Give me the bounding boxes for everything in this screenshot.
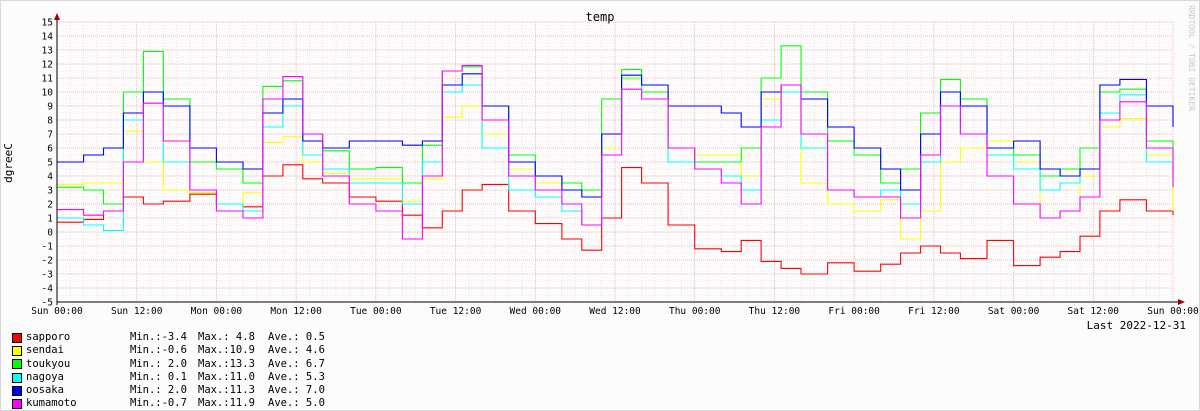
legend-series-name: nagoya — [26, 370, 64, 383]
x-tick-label: Sat 00:00 — [988, 306, 1040, 317]
y-tick-label: 14 — [42, 32, 54, 43]
y-tick-label: -1 — [42, 242, 54, 253]
y-tick-label: 0 — [47, 228, 53, 239]
legend-row-sapporo: sapporo Min.:-3.4 Max.: 4.8 Ave.: 0.5 — [12, 331, 325, 344]
y-tick-label: 7 — [47, 130, 53, 141]
legend-series-name: sapporo — [26, 331, 71, 343]
watermark: RRDTOOL / TOBI OETIKER — [1187, 5, 1196, 111]
legend-series-name: toukyou — [26, 357, 71, 370]
x-tick-label: Sun 00:00 — [31, 306, 83, 317]
series-line-sendai — [57, 78, 1174, 240]
y-tick-label: 9 — [47, 102, 53, 113]
legend-row-sendai: sendai Min.:-0.6 Max.:10.9 Ave.: 4.6 — [12, 344, 325, 357]
y-axis-ticks: 1514131211109876543210-1-2-3-4-5 — [42, 18, 54, 309]
y-tick-label: 15 — [42, 18, 53, 29]
legend-swatch — [12, 385, 22, 396]
legend-max: Max.:11.3 — [198, 384, 255, 397]
x-tick-label: Fri 12:00 — [908, 306, 960, 317]
legend-max: Max.:11.0 — [198, 370, 255, 383]
y-tick-label: 2 — [47, 200, 53, 211]
y-tick-label: -2 — [42, 256, 53, 267]
x-tick-label: Sun 00:00 — [1147, 306, 1199, 317]
legend-series-name: oosaka — [26, 384, 64, 397]
legend-swatch — [12, 359, 22, 370]
y-tick-label: 6 — [47, 144, 53, 155]
legend-ave: Ave.: 0.5 — [268, 331, 325, 343]
y-axis-arrow — [54, 13, 60, 20]
legend-min: Min.:-0.6 — [130, 344, 187, 357]
last-updated: Last 2022-12-31 — [1087, 319, 1186, 332]
legend-min: Min.:-3.4 — [130, 331, 187, 343]
legend-ave: Ave.: 4.6 — [268, 344, 325, 357]
legend-min: Min.:-0.7 — [130, 397, 187, 410]
legend-row-oosaka: oosaka Min.: 2.0 Max.:11.3 Ave.: 7.0 — [12, 384, 325, 397]
legend-swatch — [12, 332, 22, 343]
legend-swatch — [12, 399, 22, 410]
x-tick-label: Tue 12:00 — [430, 306, 482, 317]
legend-min: Min.: 0.1 — [130, 370, 187, 383]
legend-max: Max.:11.9 — [198, 397, 255, 410]
x-tick-label: Sun 12:00 — [111, 306, 163, 317]
x-tick-label: Wed 12:00 — [589, 306, 641, 317]
legend-min: Min.: 2.0 — [130, 357, 187, 370]
y-tick-label: -4 — [42, 284, 54, 295]
x-tick-label: Thu 00:00 — [669, 306, 721, 317]
legend-max: Max.:10.9 — [198, 344, 255, 357]
x-tick-label: Mon 12:00 — [270, 306, 322, 317]
legend-row-kumamoto: kumamoto Min.:-0.7 Max.:11.9 Ave.: 5.0 — [12, 397, 325, 410]
y-tick-label: 10 — [42, 88, 54, 99]
legend-row-toukyou: toukyou Min.: 2.0 Max.:13.3 Ave.: 6.7 — [12, 358, 325, 371]
x-tick-label: Thu 12:00 — [749, 306, 801, 317]
legend-series-name: sendai — [26, 344, 64, 357]
legend-series-name: kumamoto — [26, 397, 77, 410]
legend-max: Max.:13.3 — [198, 357, 255, 370]
y-tick-label: 13 — [42, 46, 53, 57]
x-tick-label: Wed 00:00 — [510, 306, 562, 317]
y-tick-label: 8 — [47, 116, 53, 127]
y-tick-label: -3 — [42, 270, 53, 281]
y-tick-label: 1 — [47, 214, 53, 225]
legend-ave: Ave.: 5.3 — [268, 370, 325, 383]
legend-ave: Ave.: 7.0 — [268, 384, 325, 397]
y-tick-label: 4 — [47, 172, 53, 183]
y-tick-label: 3 — [47, 186, 53, 197]
x-tick-label: Mon 00:00 — [191, 306, 243, 317]
y-tick-label: 11 — [42, 74, 54, 85]
legend-ave: Ave.: 6.7 — [268, 357, 325, 370]
legend-row-nagoya: nagoya Min.: 0.1 Max.:11.0 Ave.: 5.3 — [12, 371, 325, 384]
chart-title: temp — [586, 10, 615, 24]
x-tick-label: Sat 12:00 — [1068, 306, 1120, 317]
x-axis-arrow — [1178, 299, 1185, 305]
y-axis-label: dgreeC — [2, 143, 15, 183]
y-tick-label: 12 — [42, 60, 53, 71]
x-axis-ticks: Sun 00:00 Sun 12:00 Mon 00:00 Mon 12:00 Tue … — [31, 306, 1199, 317]
legend: sapporo Min.:-3.4 Max.: 4.8 Ave.: 0.5 sendai… — [12, 331, 325, 411]
legend-ave: Ave.: 5.0 — [268, 397, 325, 410]
legend-swatch — [12, 345, 22, 356]
y-tick-label: 5 — [47, 158, 53, 169]
legend-max: Max.: 4.8 — [198, 331, 255, 343]
x-tick-label: Fri 00:00 — [828, 306, 880, 317]
axes — [54, 13, 1185, 305]
legend-swatch — [12, 372, 22, 383]
x-tick-label: Tue 00:00 — [350, 306, 402, 317]
legend-min: Min.: 2.0 — [130, 384, 187, 397]
series-line-sapporo — [57, 164, 1174, 275]
